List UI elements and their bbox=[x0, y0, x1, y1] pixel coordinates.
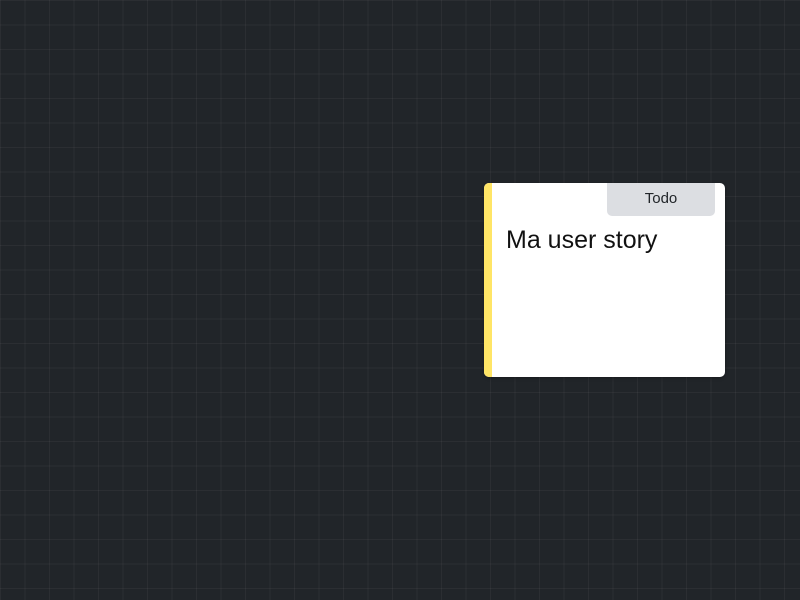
status-badge[interactable]: Todo bbox=[607, 183, 715, 216]
card-title: Ma user story bbox=[506, 226, 658, 254]
board-canvas[interactable]: Todo Ma user story bbox=[0, 0, 800, 600]
card-priority-stripe bbox=[484, 183, 492, 377]
user-story-card[interactable]: Todo Ma user story bbox=[484, 183, 725, 377]
